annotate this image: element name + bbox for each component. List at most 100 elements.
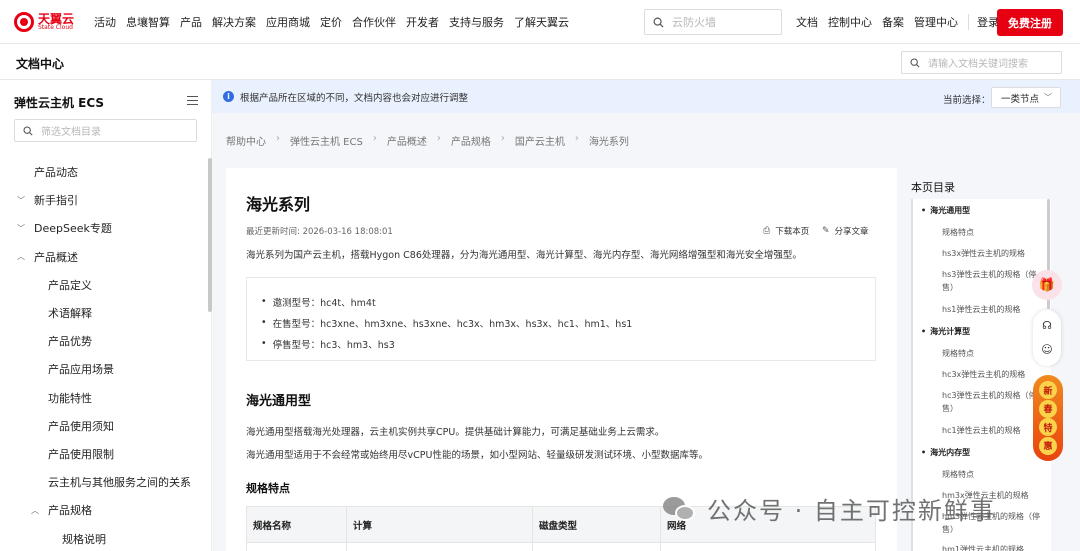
- headset-icon[interactable]: ☊: [1041, 319, 1053, 332]
- breadcrumb: 帮助中心 › 弹性云主机 ECS › 产品概述 › 产品规格 › 国产云主机 › 海光系列: [226, 133, 629, 148]
- toc-item[interactable]: 海光内存型: [921, 446, 1026, 459]
- breadcrumb-item[interactable]: 弹性云主机 ECS: [290, 133, 363, 148]
- toc-item[interactable]: hs3弹性云主机的规格（停售）: [942, 268, 1047, 294]
- section-paragraph: 海光通用型搭载海光处理器，云主机实例共享CPU。提供基础计算能力，可满足基础业务…: [246, 427, 665, 438]
- sidebar-item[interactable]: 产品优势: [0, 327, 210, 355]
- page-title: 海光系列: [246, 195, 311, 214]
- promo-char: 新: [1039, 381, 1057, 400]
- gift-icon[interactable]: 🎁: [1032, 270, 1062, 300]
- sidebar-tree: 产品动态 ﹀ 新手指引 ﹀ DeepSeek专题 ︿ 产品概述 产品定义 术语解释 产…: [0, 158, 210, 551]
- top-link-docs[interactable]: 文档: [796, 14, 818, 30]
- toc-item[interactable]: 规格特点: [942, 347, 1047, 360]
- nav-item[interactable]: 息壤智算: [126, 14, 170, 30]
- toc-item[interactable]: 海光通用型: [921, 204, 1026, 217]
- toc-item[interactable]: hc3x弹性云主机的规格: [942, 368, 1047, 381]
- doc-search-input[interactable]: 请输入文档关键词搜索: [901, 51, 1062, 74]
- feedback-smile-icon[interactable]: ☺: [1041, 343, 1053, 356]
- table-header: 计算: [346, 506, 533, 543]
- download-icon: ⎙: [763, 226, 771, 236]
- sidebar-item[interactable]: 规格说明: [0, 524, 210, 551]
- sidebar-item[interactable]: 功能特性: [0, 384, 210, 412]
- wechat-icon: [663, 495, 697, 523]
- chevron-up-icon: ︿: [31, 505, 39, 515]
- doc-center-title: 文档中心: [16, 57, 65, 71]
- region-value: 一类节点: [1001, 93, 1040, 105]
- toc-item[interactable]: hc3弹性云主机的规格（停售）: [942, 389, 1047, 415]
- breadcrumb-item[interactable]: 产品概述: [387, 133, 427, 148]
- register-button[interactable]: 免费注册: [997, 9, 1063, 36]
- top-link-console[interactable]: 控制中心: [828, 14, 872, 30]
- sidebar-item[interactable]: ︿ 产品规格: [0, 496, 210, 524]
- nav-item[interactable]: 活动: [94, 14, 116, 30]
- sidebar-item[interactable]: 产品定义: [0, 271, 210, 299]
- sidebar-title: 弹性云主机 ECS: [14, 96, 105, 110]
- promo-char: 春: [1039, 399, 1057, 418]
- nav-item[interactable]: 解决方案: [212, 14, 256, 30]
- last-updated: 最近更新时间: 2026-03-16 18:08:01: [246, 227, 393, 237]
- sidebar-item[interactable]: 术语解释: [0, 299, 210, 327]
- search-icon: [653, 17, 664, 28]
- sidebar-item[interactable]: 产品使用须知: [0, 412, 210, 440]
- nav-item[interactable]: 定价: [320, 14, 342, 30]
- toc-item[interactable]: hm1弹性云主机的规格: [942, 543, 1047, 551]
- region-select[interactable]: 一类节点 ﹀: [991, 87, 1061, 108]
- nav-item[interactable]: 开发者: [406, 14, 439, 30]
- nav-item[interactable]: 产品: [180, 14, 202, 30]
- doc-center-bar: 文档中心 请输入文档关键词搜索: [0, 44, 1080, 80]
- menu-icon[interactable]: [187, 96, 198, 105]
- sidebar-item[interactable]: 产品使用限制: [0, 440, 210, 468]
- chevron-right-icon: ›: [276, 133, 280, 144]
- top-search-placeholder: 云防火墙: [672, 16, 716, 29]
- chevron-right-icon: ›: [574, 133, 579, 144]
- notice-text: 根据产品所在区域的不同，文档内容也会对应进行调整: [240, 92, 469, 104]
- sidebar-scrollbar[interactable]: [208, 158, 212, 312]
- toc-item[interactable]: hc1弹性云主机的规格: [942, 424, 1047, 437]
- breadcrumb-item-current: 海光系列: [588, 137, 629, 148]
- toc-item[interactable]: hs1弹性云主机的规格: [942, 303, 1047, 316]
- sidebar-item[interactable]: 产品应用场景: [0, 355, 210, 383]
- subsection-heading: 规格特点: [246, 482, 290, 495]
- sidebar-filter-input[interactable]: 筛选文档目录: [14, 119, 197, 142]
- nav-item[interactable]: 合作伙伴: [352, 14, 396, 30]
- toc-item[interactable]: 海光计算型: [921, 325, 1026, 338]
- list-item: 在售型号：hc3xne、hm3xne、hs3xne、hc3x、hm3x、hs3x…: [261, 312, 633, 333]
- breadcrumb-item[interactable]: 产品规格: [451, 133, 491, 148]
- brand-logo[interactable]: 天翼云 State Cloud: [14, 11, 84, 32]
- toc-item[interactable]: 规格特点: [942, 226, 1047, 239]
- breadcrumb-item[interactable]: 帮助中心: [226, 133, 266, 148]
- top-link-filing[interactable]: 备案: [882, 14, 904, 30]
- section-paragraph: 海光通用型适用于不会经常或始终用尽vCPU性能的场景，如小型网站、轻量级研发测试…: [246, 450, 708, 461]
- doc-search-placeholder: 请输入文档关键词搜索: [928, 59, 1028, 70]
- login-link[interactable]: 登录: [968, 14, 999, 30]
- sidebar-item[interactable]: ︿ 产品概述: [0, 243, 210, 271]
- table-header: 磁盘类型: [532, 506, 661, 543]
- sidebar-item[interactable]: ﹀ 新手指引: [0, 186, 210, 214]
- download-page-button[interactable]: ⎙ 下载本页: [763, 225, 809, 237]
- top-link-management[interactable]: 管理中心: [914, 14, 958, 30]
- chevron-right-icon: ›: [372, 133, 377, 144]
- top-right-links: 文档 控制中心 备案 管理中心 登录: [796, 0, 1009, 44]
- watermark-text: 公众号 · 自主可控新鲜事: [707, 497, 996, 525]
- search-icon: [23, 125, 33, 136]
- brand-sub: State Cloud: [38, 23, 73, 31]
- promo-banner[interactable]: 新 春 特 惠: [1033, 375, 1063, 461]
- breadcrumb-item[interactable]: 国产云主机: [515, 133, 565, 148]
- nav-item[interactable]: 支持与服务: [449, 14, 504, 30]
- top-search-input[interactable]: 云防火墙: [644, 9, 782, 35]
- region-label: 当前选择：: [943, 95, 991, 106]
- sidebar-item[interactable]: 云主机与其他服务之间的关系: [0, 468, 210, 496]
- list-item: 停售型号：hc3、hm3、hs3: [261, 333, 632, 354]
- sidebar-item[interactable]: ﹀ DeepSeek专题: [0, 214, 210, 242]
- info-icon: i: [223, 91, 234, 102]
- toc-item[interactable]: hs3x弹性云主机的规格: [942, 247, 1047, 260]
- watermark: 公众号 · 自主可控新鲜事: [663, 491, 996, 526]
- sidebar-filter-placeholder: 筛选文档目录: [41, 127, 101, 138]
- table-row: [246, 542, 876, 551]
- chevron-down-icon: ﹀: [17, 195, 25, 205]
- sidebar-item[interactable]: 产品动态: [0, 158, 210, 186]
- nav-item[interactable]: 应用商城: [266, 14, 310, 30]
- table-header: 规格名称: [246, 506, 347, 543]
- nav-item[interactable]: 了解天翼云: [514, 14, 569, 30]
- share-article-button[interactable]: ✎ 分享文章: [822, 225, 869, 237]
- toc-item[interactable]: 规格特点: [942, 468, 1047, 481]
